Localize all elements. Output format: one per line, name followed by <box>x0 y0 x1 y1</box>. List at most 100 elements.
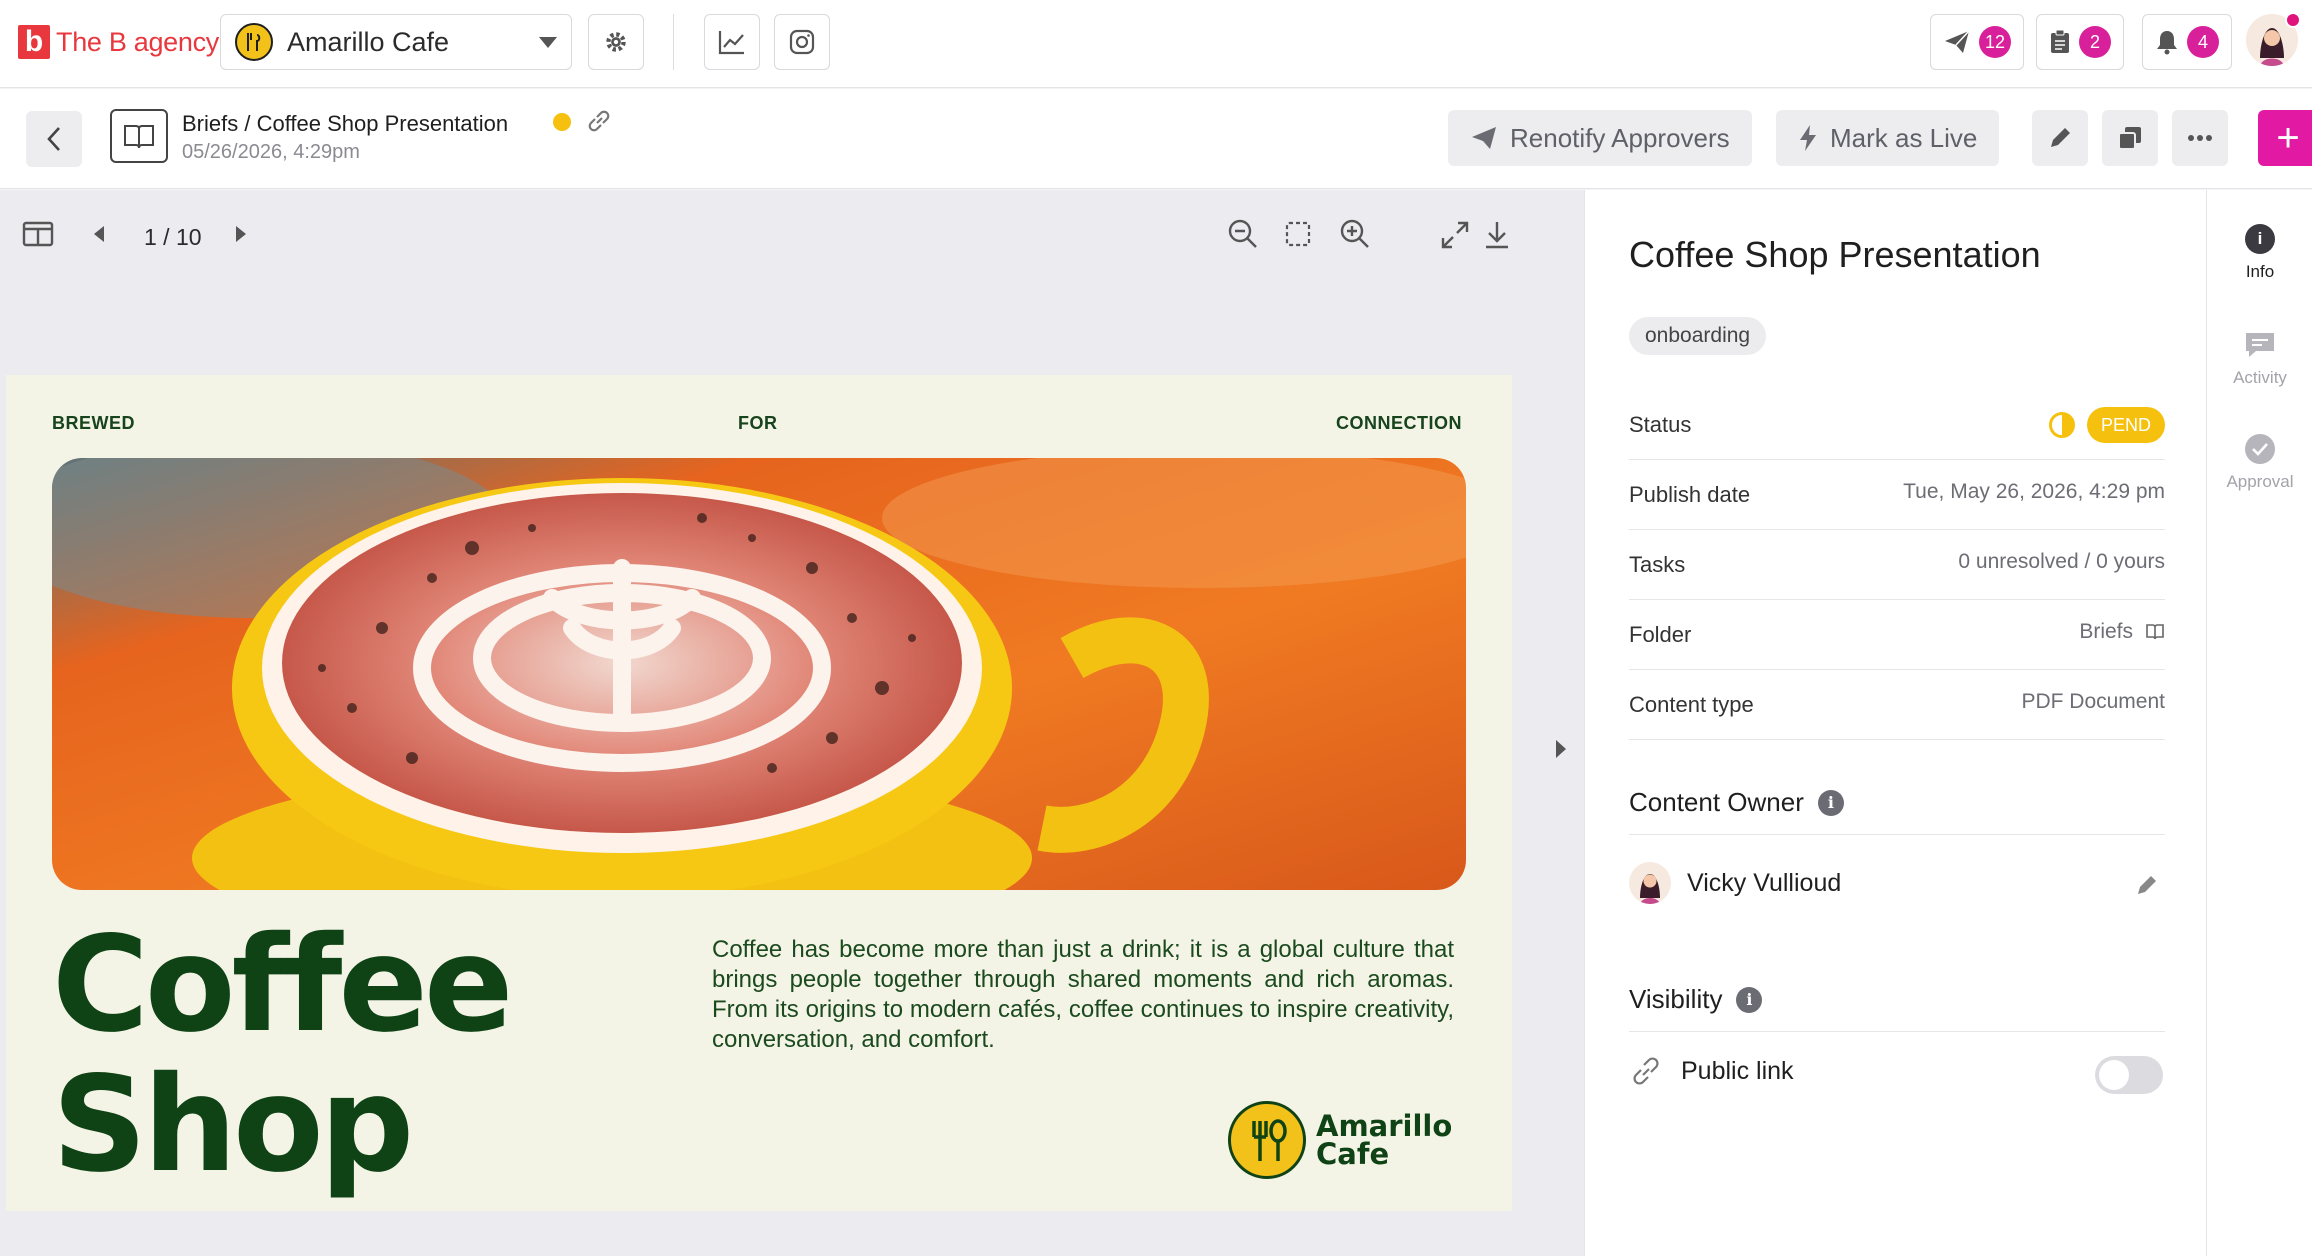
more-horizontal-icon <box>2188 135 2212 141</box>
previous-page-button[interactable] <box>92 224 106 244</box>
expand-icon <box>1441 221 1469 249</box>
content-header: Briefs / Coffee Shop Presentation 05/26/… <box>0 89 2312 189</box>
visibility-heading: Visibility i <box>1629 984 1763 1015</box>
fork-spoon-logo-icon <box>1228 1101 1306 1179</box>
clipboard-icon <box>2051 29 2069 53</box>
status-value[interactable]: PEND <box>2048 407 2165 443</box>
content-owner-title: Content Owner <box>1629 787 1804 817</box>
info-icon[interactable]: i <box>1736 986 1763 1013</box>
online-status-dot <box>2285 12 2301 28</box>
mark-as-live-button[interactable]: Mark as Live <box>1776 110 2000 166</box>
folder-row: Folder Briefs <box>1629 600 2165 670</box>
content-owner-heading: Content Owner i <box>1629 787 1844 818</box>
agency-logo[interactable]: b The B agency <box>18 22 219 62</box>
caret-left-icon <box>94 226 104 242</box>
duplicate-button[interactable] <box>2102 110 2158 166</box>
toggle-sidebar-button[interactable] <box>22 220 54 248</box>
slide-word-connection: CONNECTION <box>1336 413 1462 433</box>
side-tabs: i Info Activity Approval <box>2206 190 2312 1256</box>
slide-title-line2: Shop <box>52 1048 414 1202</box>
slide-brand-line1: Amarillo <box>1316 1109 1453 1143</box>
download-button[interactable] <box>1484 220 1510 250</box>
alerts-button[interactable]: 4 <box>2142 14 2232 70</box>
notification-count-badge: 12 <box>1979 26 2012 58</box>
tab-info-label: Info <box>2245 262 2275 281</box>
slide-brand-line2: Cafe <box>1316 1137 1390 1171</box>
bell-icon <box>2157 31 2177 55</box>
status-label: Status <box>1629 412 1692 437</box>
tab-activity[interactable]: Activity <box>2207 330 2312 388</box>
folder-label: Folder <box>1629 622 1692 647</box>
collapse-panel-arrow-icon[interactable] <box>1556 740 1566 758</box>
pencil-icon[interactable] <box>2135 873 2159 897</box>
slide-title: Coffee Shop <box>52 908 513 1202</box>
slide-word-brewed: BREWED <box>52 413 135 433</box>
fit-to-page-icon <box>1285 221 1311 247</box>
status-indicator-dot <box>553 113 571 131</box>
book-icon <box>110 109 168 163</box>
more-options-button[interactable] <box>2172 110 2228 166</box>
instagram-button[interactable] <box>774 14 830 70</box>
content-owner: Vicky Vullioud <box>1629 862 1841 904</box>
info-icon: i <box>2245 224 2275 254</box>
link-icon[interactable] <box>584 106 614 136</box>
tab-approval-label: Approval <box>2226 472 2294 491</box>
owner-name: Vicky Vullioud <box>1687 868 1842 897</box>
pending-status-icon <box>2048 412 2075 438</box>
copy-icon <box>2118 127 2141 150</box>
fit-page-button[interactable] <box>1285 221 1311 247</box>
tab-activity-label: Activity <box>2233 368 2287 387</box>
content-type-label: Content type <box>1629 692 1754 717</box>
info-panel: Coffee Shop Presentation onboarding Stat… <box>1584 190 2206 1256</box>
line-chart-icon <box>718 31 744 55</box>
top-bar: b The B agency Amarillo Cafe 12 2 4 <box>0 0 2312 88</box>
caret-right-icon <box>236 226 246 242</box>
tasks-label: Tasks <box>1629 552 1686 577</box>
slide-title-line1: Coffee <box>52 908 513 1062</box>
account-name: Amarillo Cafe <box>287 26 450 57</box>
settings-button[interactable] <box>588 14 644 70</box>
paper-plane-icon <box>1472 127 1496 149</box>
account-selector[interactable]: Amarillo Cafe <box>220 14 572 70</box>
tab-approval[interactable]: Approval <box>2207 434 2312 492</box>
next-page-button[interactable] <box>234 224 248 244</box>
send-notifications-button[interactable]: 12 <box>1930 14 2025 70</box>
divider <box>1629 834 2165 835</box>
public-link-label: Public link <box>1681 1056 1794 1085</box>
link-icon <box>1633 1057 1659 1085</box>
content-type-value: PDF Document <box>2021 690 2165 713</box>
breadcrumb[interactable]: Briefs / Coffee Shop Presentation <box>182 111 508 137</box>
tag-chip[interactable]: onboarding <box>1629 317 1767 355</box>
lightning-icon <box>1800 125 1816 151</box>
tasks-count-badge: 2 <box>2079 26 2111 58</box>
chat-bubble-icon <box>2246 333 2274 357</box>
tasks-button[interactable]: 2 <box>2036 14 2124 70</box>
zoom-in-icon <box>1340 219 1369 248</box>
add-button[interactable]: + <box>2258 110 2312 166</box>
logo-text: The B agency <box>56 26 220 57</box>
chevron-down-icon <box>539 36 557 48</box>
publish-date-label: Publish date <box>1629 482 1751 507</box>
edit-button[interactable] <box>2032 110 2088 166</box>
analytics-button[interactable] <box>704 14 760 70</box>
content-date: 05/26/2026, 4:29pm <box>182 141 360 163</box>
slide-brand: Amarillo Cafe <box>1228 1101 1452 1179</box>
status-row: Status PEND <box>1629 390 2165 460</box>
back-button[interactable] <box>26 111 82 167</box>
folder-name: Briefs <box>2079 620 2133 643</box>
gear-icon <box>606 32 626 52</box>
renotify-label: Renotify Approvers <box>1510 122 1730 153</box>
presentation-slide: BREWED FOR CONNECTION Coffee Shop Coffee… <box>6 375 1512 1211</box>
zoom-out-button[interactable] <box>1227 218 1259 250</box>
renotify-approvers-button[interactable]: Renotify Approvers <box>1448 110 1752 166</box>
pencil-icon <box>2051 128 2070 147</box>
zoom-in-button[interactable] <box>1339 218 1371 250</box>
public-link-toggle[interactable] <box>2095 1056 2163 1094</box>
fullscreen-button[interactable] <box>1440 220 1470 250</box>
content-title: Coffee Shop Presentation <box>1629 234 2041 275</box>
divider <box>673 14 674 70</box>
folder-value[interactable]: Briefs <box>2079 620 2165 644</box>
account-logo-icon <box>235 23 273 61</box>
info-icon[interactable]: i <box>1817 789 1844 816</box>
tab-info[interactable]: i Info <box>2207 224 2312 282</box>
